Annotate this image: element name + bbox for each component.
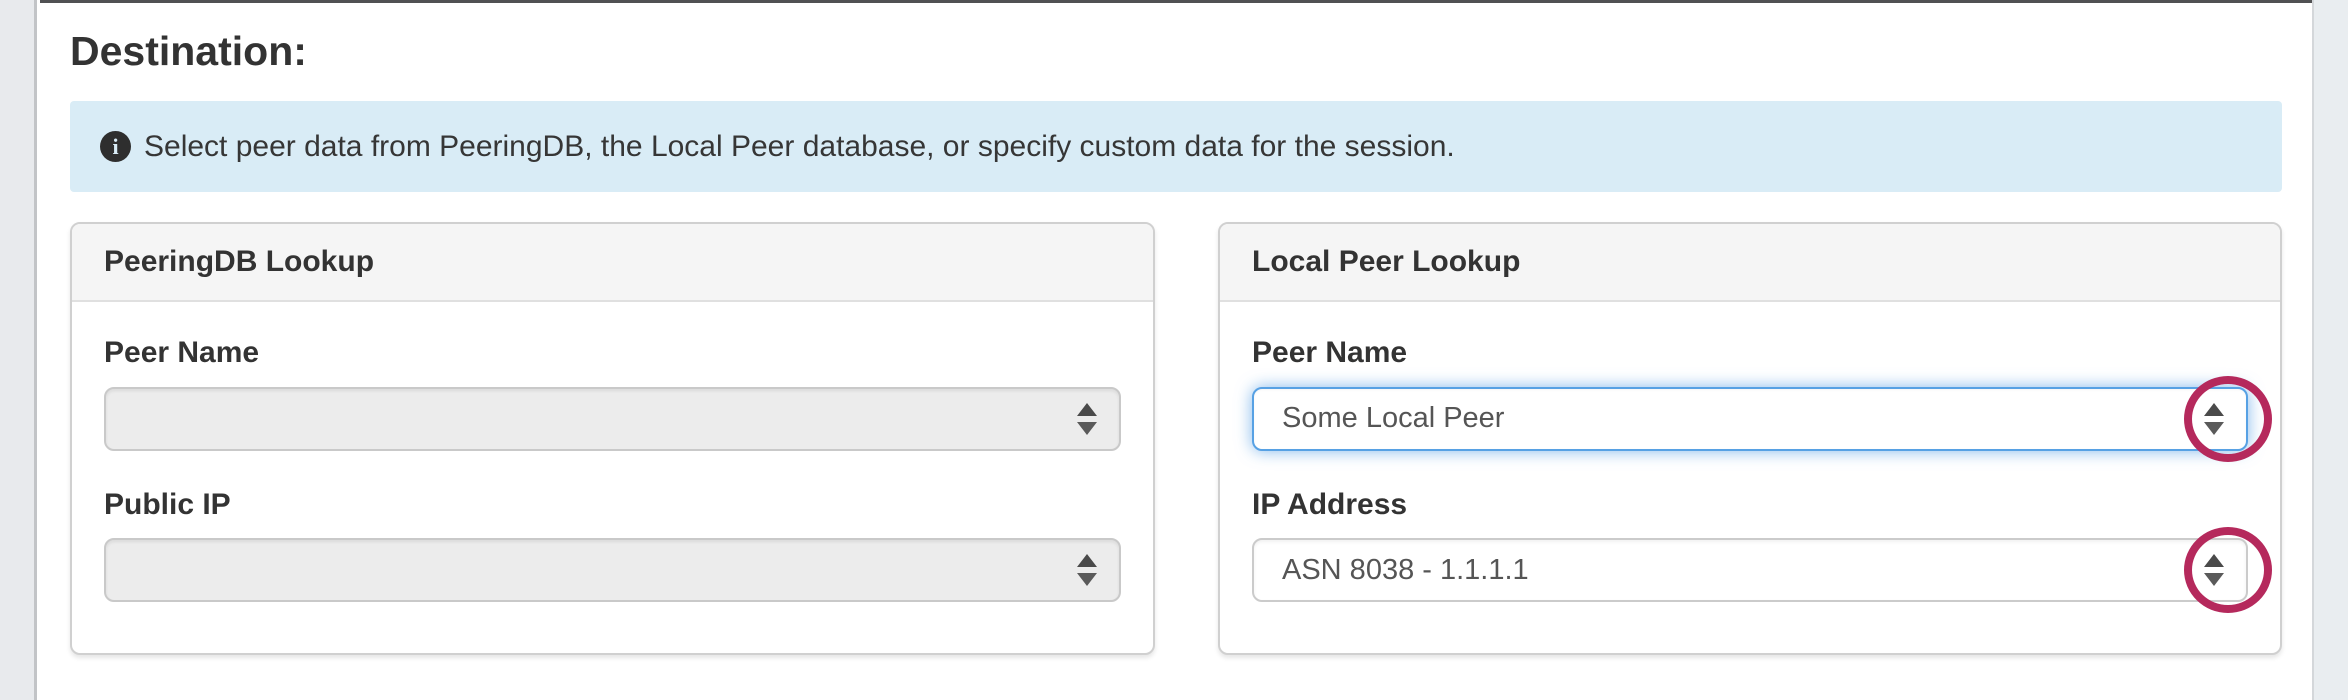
select-value: ASN 8038 - 1.1.1.1 xyxy=(1282,554,1529,587)
panel-title-peeringdb: PeeringDB Lookup xyxy=(72,224,1153,302)
arrow-down-icon xyxy=(1077,573,1097,586)
arrow-up-icon xyxy=(1077,403,1097,416)
field-local-peer-name: Peer Name Some Local Peer xyxy=(1252,336,2248,451)
peeringdb-public-ip-select xyxy=(104,538,1121,602)
select-arrows-icon xyxy=(2204,554,2224,586)
select-arrows-icon xyxy=(1077,554,1097,586)
annotation-circle xyxy=(2184,527,2272,613)
arrow-up-icon xyxy=(1077,554,1097,567)
select-arrows-icon xyxy=(2204,403,2224,435)
select-arrows-icon xyxy=(1077,403,1097,435)
panel-title-local-peer: Local Peer Lookup xyxy=(1220,224,2280,302)
info-alert: i Select peer data from PeeringDB, the L… xyxy=(70,101,2282,192)
field-label-ip-address: IP Address xyxy=(1252,488,2248,522)
arrow-up-icon xyxy=(2204,403,2224,416)
field-local-ip-address: IP Address ASN 8038 - 1.1.1.1 xyxy=(1252,488,2248,603)
left-gutter xyxy=(0,0,37,700)
panel-peeringdb-lookup: PeeringDB Lookup Peer Name xyxy=(70,222,1155,655)
select-value: Some Local Peer xyxy=(1282,402,1504,435)
peeringdb-peer-name-select xyxy=(104,387,1121,451)
info-alert-text: Select peer data from PeeringDB, the Loc… xyxy=(144,130,1455,164)
local-peer-name-select[interactable]: Some Local Peer xyxy=(1252,387,2248,451)
field-peeringdb-peer-name: Peer Name xyxy=(104,336,1121,451)
panel-local-peer-lookup: Local Peer Lookup Peer Name Some Local P… xyxy=(1218,222,2282,655)
arrow-up-icon xyxy=(2204,554,2224,567)
field-label-peer-name: Peer Name xyxy=(104,336,1121,370)
panel-body-peeringdb: Peer Name Public IP xyxy=(72,302,1153,653)
annotation-circle xyxy=(2184,376,2272,462)
info-circle-icon: i xyxy=(100,131,131,162)
arrow-down-icon xyxy=(1077,422,1097,435)
field-label-peer-name: Peer Name xyxy=(1252,336,2248,370)
arrow-down-icon xyxy=(2204,422,2224,435)
field-peeringdb-public-ip: Public IP xyxy=(104,488,1121,603)
field-label-public-ip: Public IP xyxy=(104,488,1121,522)
section-title: Destination: xyxy=(70,28,2282,75)
right-gutter xyxy=(2312,0,2348,700)
destination-section: Destination: i Select peer data from Pee… xyxy=(40,0,2312,700)
lookup-panels-row: PeeringDB Lookup Peer Name xyxy=(70,222,2282,655)
local-ip-address-select[interactable]: ASN 8038 - 1.1.1.1 xyxy=(1252,538,2248,602)
panel-body-local-peer: Peer Name Some Local Peer IP A xyxy=(1220,302,2280,653)
arrow-down-icon xyxy=(2204,573,2224,586)
